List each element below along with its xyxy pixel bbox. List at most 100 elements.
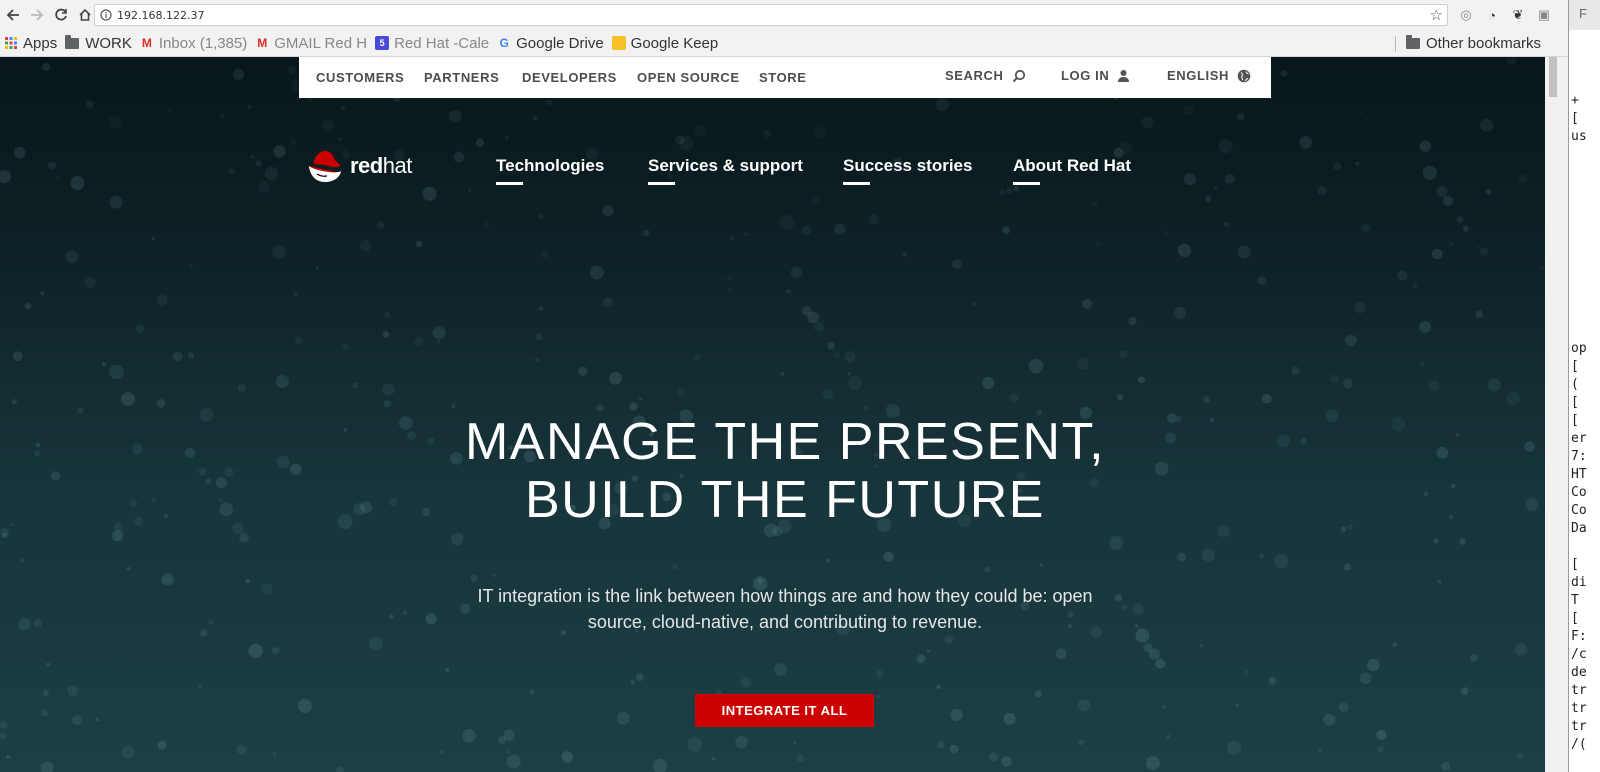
nav-customers[interactable]: CUSTOMERS (316, 70, 404, 85)
forward-button[interactable] (26, 4, 48, 26)
bokeh-dot (161, 573, 174, 586)
bokeh-dot (1514, 643, 1528, 656)
nav-services-support[interactable]: Services & support (648, 156, 803, 185)
bokeh-dot (70, 175, 85, 191)
redhat-logo[interactable]: redhat (306, 148, 412, 184)
leaf-extension-icon[interactable]: ❦ (1508, 5, 1528, 25)
bokeh-dot (1280, 70, 1288, 77)
info-icon[interactable] (97, 6, 115, 24)
bokeh-dot (126, 566, 131, 571)
bokeh-dot (1423, 491, 1429, 497)
login-link[interactable]: LOG IN (1061, 68, 1130, 83)
home-button[interactable] (74, 4, 96, 26)
terminal-window-edge[interactable]: F + [us op [([[er 7: HT Co Co Da [di T [F: /c de tr tr t… (1568, 0, 1600, 772)
bookmark-inbox[interactable]: M Inbox (1,385) (140, 35, 247, 52)
webpage-viewport: CUSTOMERS PARTNERS DEVELOPERS OPEN SOURC… (0, 57, 1545, 772)
bokeh-dot (450, 532, 464, 546)
speed-extension-icon[interactable]: ◔ (1482, 5, 1502, 25)
bokeh-dot (883, 551, 894, 562)
bookmark-redhat-calendar[interactable]: 5 Red Hat -Cale (375, 35, 489, 52)
integrate-it-all-button[interactable]: INTEGRATE IT ALL (695, 694, 874, 727)
bokeh-dot (726, 275, 733, 281)
bokeh-dot (609, 371, 622, 385)
nav-about-label: About Red Hat (1013, 156, 1132, 175)
bokeh-dot (108, 115, 122, 129)
bokeh-dot (1448, 241, 1454, 247)
terminal-line: 7: (1571, 449, 1587, 464)
bookmark-google-keep[interactable]: Google Keep (611, 35, 718, 52)
bokeh-dot (121, 745, 135, 759)
bokeh-dot (1224, 173, 1235, 184)
bokeh-dot (864, 405, 869, 410)
bookmark-google-drive[interactable]: G Google Drive (497, 35, 603, 52)
bokeh-dot (250, 154, 255, 159)
bokeh-dot (46, 662, 50, 667)
bokeh-dot (272, 647, 280, 655)
bokeh-dot (1076, 357, 1089, 370)
bokeh-dot (72, 714, 83, 726)
cast-extension-icon[interactable]: ▣ (1534, 5, 1554, 25)
bokeh-dot (1323, 713, 1336, 726)
bokeh-dot (11, 399, 17, 405)
bokeh-dot (1325, 409, 1339, 423)
bokeh-dot (50, 471, 61, 481)
address-bar[interactable]: 192.168.122.37 ☆ (94, 4, 1448, 26)
other-bookmarks[interactable]: Other bookmarks (1406, 35, 1541, 52)
page-scrollbar[interactable] (1545, 57, 1568, 772)
apps-grid-icon (4, 36, 18, 50)
bokeh-dot (652, 758, 668, 772)
bokeh-dot (294, 336, 303, 345)
bokeh-dot (47, 161, 57, 170)
bokeh-dot (219, 113, 225, 118)
bokeh-dot (1441, 761, 1451, 771)
nav-developers[interactable]: DEVELOPERS (522, 70, 617, 85)
bookmark-work[interactable]: WORK (65, 34, 132, 52)
globe-icon (1237, 69, 1251, 83)
bokeh-dot (1330, 374, 1339, 383)
language-selector[interactable]: ENGLISH (1167, 68, 1251, 83)
browser-toolbar: 192.168.122.37 ☆ ◎ ◔ ❦ ▣ ⋮ (0, 0, 1577, 30)
search-link[interactable]: SEARCH (945, 68, 1026, 83)
bokeh-dot (1299, 136, 1312, 149)
nav-store[interactable]: STORE (759, 70, 807, 85)
back-button[interactable] (2, 4, 24, 26)
reload-button[interactable] (50, 4, 72, 26)
bokeh-dot (197, 684, 202, 689)
bokeh-dot (340, 105, 346, 111)
bokeh-dot (827, 342, 835, 350)
url-text[interactable]: 192.168.122.37 (117, 9, 204, 22)
bokeh-dot (383, 399, 392, 408)
bokeh-dot (163, 513, 169, 519)
bookmark-gmail-redhat[interactable]: M GMAIL Red H (255, 35, 367, 52)
bokeh-dot (20, 558, 25, 563)
bokeh-dot (546, 99, 553, 106)
bokeh-dot (389, 614, 394, 619)
bokeh-dot (132, 443, 143, 455)
bokeh-dot (1006, 187, 1013, 194)
bokeh-dot (272, 751, 277, 757)
user-icon (1117, 69, 1130, 82)
nav-success-stories[interactable]: Success stories (843, 156, 972, 185)
bokeh-dot (989, 752, 998, 762)
bokeh-dot (561, 751, 574, 763)
extension-icon[interactable]: ◎ (1456, 5, 1476, 25)
bookmark-star-icon[interactable]: ☆ (1430, 6, 1443, 24)
other-bookmarks-label: Other bookmarks (1426, 35, 1542, 52)
bokeh-dot (10, 523, 14, 527)
bokeh-dot (135, 324, 145, 334)
terminal-line: tr (1571, 683, 1587, 698)
nav-technologies[interactable]: Technologies (496, 156, 604, 185)
scrollbar-thumb[interactable] (1549, 57, 1557, 97)
bokeh-dot (35, 442, 41, 448)
bokeh-dot (675, 135, 685, 145)
bokeh-dot (1028, 358, 1044, 374)
bokeh-dot (1456, 216, 1464, 224)
bookmarks-bar: Apps WORK M Inbox (1,385) M GMAIL Red H … (0, 30, 1568, 57)
nav-open-source[interactable]: OPEN SOURCE (637, 70, 740, 85)
nav-about-red-hat[interactable]: About Red Hat (1013, 156, 1132, 185)
bookmark-label: WORK (85, 34, 132, 52)
nav-partners[interactable]: PARTNERS (424, 70, 499, 85)
bokeh-dot (1117, 394, 1124, 401)
bokeh-dot (1218, 139, 1233, 154)
bookmark-apps[interactable]: Apps (4, 35, 57, 52)
